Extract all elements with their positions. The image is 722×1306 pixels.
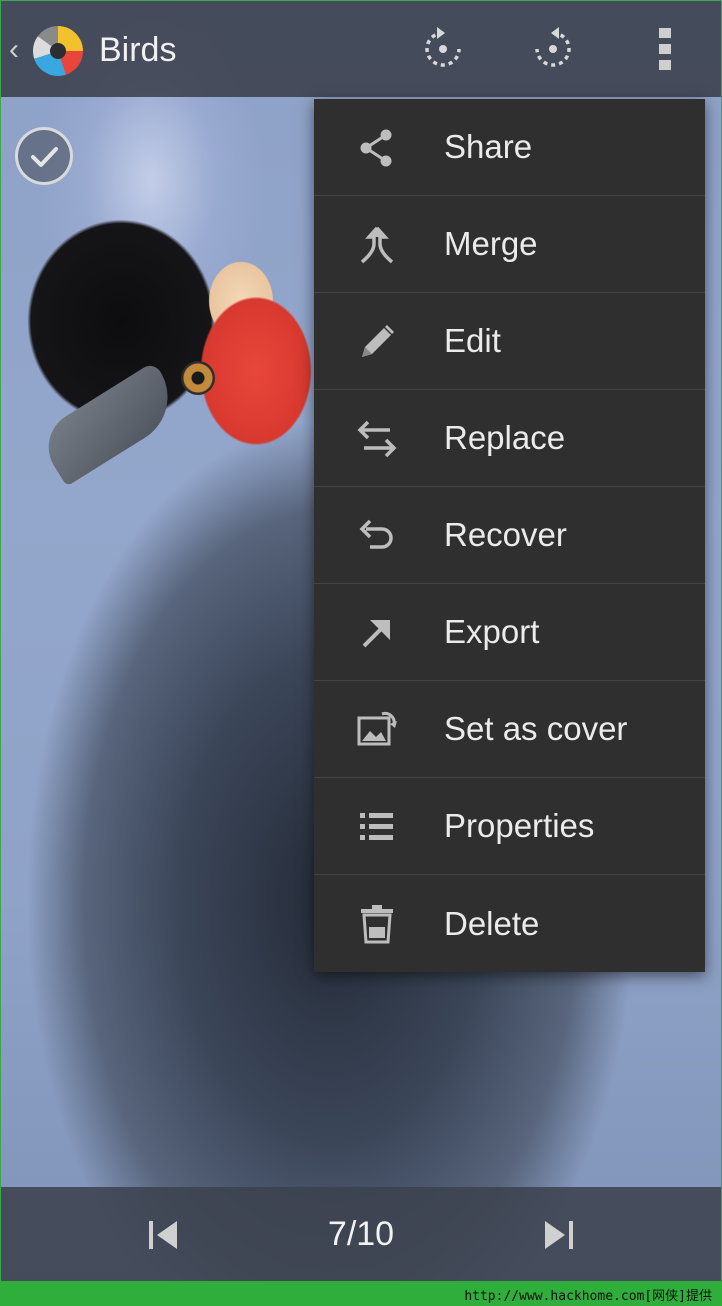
previous-icon[interactable] [145,1219,181,1251]
app-frame: ‹ Birds Share Merge Edit Replace Recover… [0,0,722,1281]
menu-item-merge[interactable]: Merge [314,196,705,293]
merge-icon [360,226,394,264]
share-icon [360,129,392,167]
checkmark-icon [31,147,58,167]
bottom-nav-bar: 7/10 [1,1187,721,1281]
next-icon[interactable] [541,1219,577,1251]
menu-item-delete[interactable]: Delete [314,875,705,972]
menu-item-set-as-cover[interactable]: Set as cover [314,681,705,778]
rotate-right-icon[interactable] [529,25,577,73]
menu-item-label: Edit [444,322,501,359]
menu-item-label: Export [444,613,540,650]
menu-item-label: Properties [444,807,595,844]
menu-item-properties[interactable]: Properties [314,778,705,875]
overflow-popup-menu: Share Merge Edit Replace Recover Export … [314,99,705,972]
image-cover-icon [357,711,397,746]
watermark-strip: http://www.hackhome.com[网侠]提供 [0,1281,722,1306]
photo-bird-eye [181,361,215,395]
pencil-icon [362,325,394,357]
menu-item-label: Replace [444,419,566,456]
menu-item-label: Recover [444,516,567,553]
album-title: Birds [99,31,177,69]
undo-icon [359,519,393,549]
menu-item-edit[interactable]: Edit [314,293,705,390]
selection-checkbox[interactable] [15,127,73,185]
swap-arrows-icon [357,420,397,458]
menu-item-label: Set as cover [444,710,628,747]
menu-item-label: Delete [444,904,540,942]
image-counter: 7/10 [327,1215,395,1253]
menu-item-share[interactable]: Share [314,99,705,196]
watermark-text: http://www.hackhome.com[网侠]提供 [464,1289,712,1304]
menu-item-label: Share [444,128,533,165]
menu-item-label: Merge [444,225,538,262]
export-arrow-icon [362,620,390,648]
action-bar: ‹ Birds [1,1,721,97]
list-icon [360,813,393,840]
rotate-left-icon[interactable] [419,25,467,73]
app-logo-icon[interactable] [33,26,83,76]
menu-item-export[interactable]: Export [314,584,705,681]
photo-bird-beak [35,361,186,487]
overflow-menu-icon[interactable] [641,25,689,73]
back-chevron-icon[interactable]: ‹ [9,33,19,67]
trash-icon [361,905,393,944]
menu-item-replace[interactable]: Replace [314,390,705,487]
menu-item-recover[interactable]: Recover [314,487,705,584]
